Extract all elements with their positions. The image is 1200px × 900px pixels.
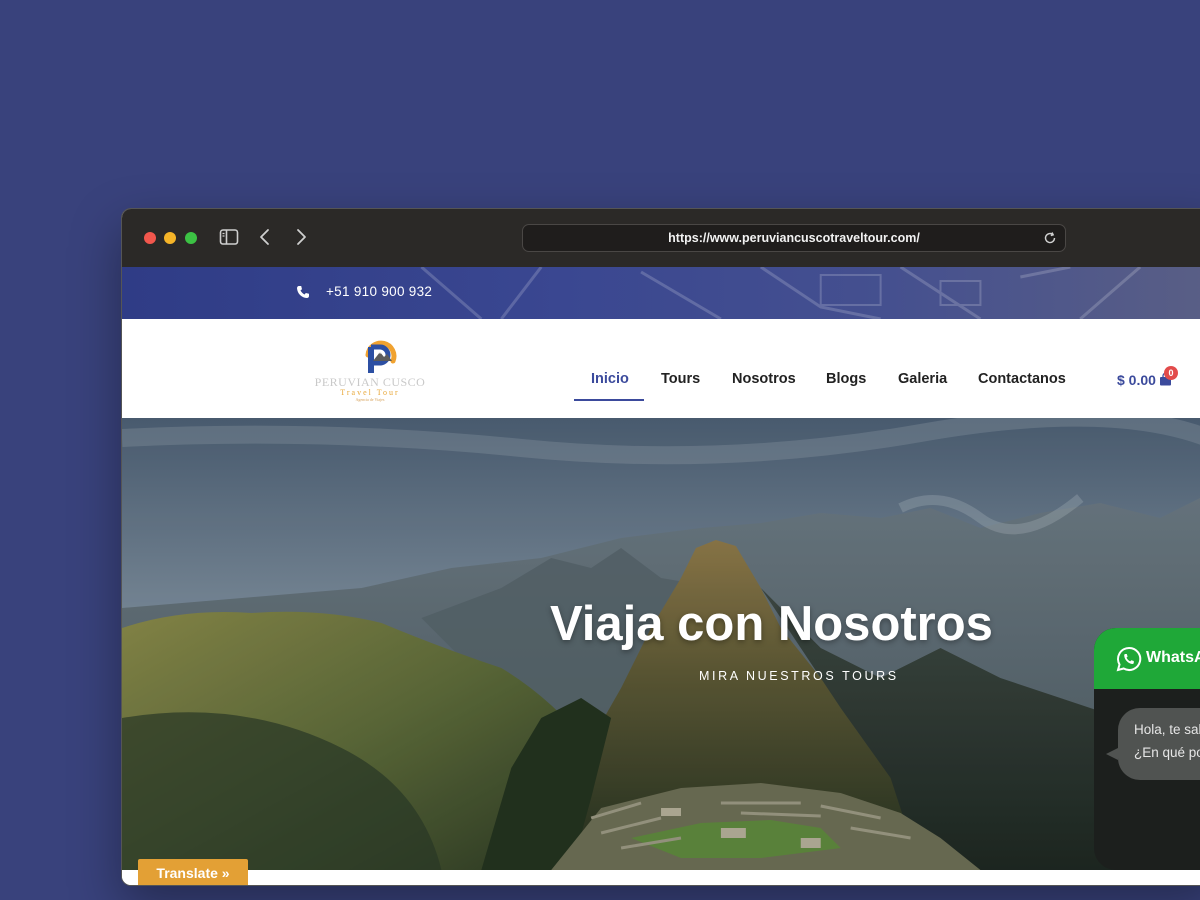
nav-item-nosotros[interactable]: Nosotros [732, 371, 796, 387]
active-nav-indicator [574, 399, 644, 401]
hero-title: Viaja con Nosotros [550, 597, 993, 651]
whatsapp-chat-widget[interactable]: WhatsApp Hola, te saludamos ¿En qué pode… [1094, 628, 1200, 870]
back-arrow-icon[interactable] [258, 227, 272, 247]
minimize-window-button[interactable] [164, 232, 176, 244]
top-contact-bar: +51 910 900 932 [122, 267, 1200, 319]
sidebar-toggle-icon[interactable] [219, 227, 239, 247]
main-navbar: PERUVIAN CUSCO Travel Tour Agencia de Vi… [122, 319, 1200, 418]
browser-window: https://www.peruviancuscotraveltour.com/… [121, 208, 1200, 886]
logo-subtagline: Agencia de Viajes [355, 397, 385, 402]
maximize-window-button[interactable] [185, 232, 197, 244]
ruins-background-texture [420, 267, 1142, 319]
whatsapp-title: WhatsApp [1146, 649, 1200, 666]
hero-subtitle-link[interactable]: MIRA NUESTROS TOURS [699, 669, 899, 683]
whatsapp-header[interactable]: WhatsApp [1094, 628, 1200, 689]
cart-total[interactable]: $ 0.00 [1117, 372, 1156, 388]
whatsapp-bubble-tail [1106, 748, 1118, 760]
cart-count-badge: 0 [1164, 366, 1178, 380]
whatsapp-icon [1116, 646, 1142, 672]
address-bar[interactable]: https://www.peruviancuscotraveltour.com/ [522, 224, 1066, 252]
whatsapp-message-bubble: Hola, te saludamos ¿En qué podemos ayuda… [1118, 708, 1200, 780]
page-bottom-strip [122, 870, 1200, 885]
nav-item-galeria[interactable]: Galeria [898, 371, 947, 387]
nav-item-inicio[interactable]: Inicio [591, 371, 629, 387]
logo-tagline: Travel Tour [340, 388, 400, 397]
address-bar-url: https://www.peruviancuscotraveltour.com/ [668, 231, 920, 245]
forward-arrow-icon[interactable] [294, 227, 308, 247]
hero-banner: Viaja con Nosotros MIRA NUESTROS TOURS [122, 418, 1200, 870]
phone-icon [297, 286, 309, 298]
nav-item-contactanos[interactable]: Contactanos [978, 371, 1066, 387]
whatsapp-message-line2: ¿En qué podemos ayudarte? [1134, 745, 1200, 760]
close-window-button[interactable] [144, 232, 156, 244]
phone-number[interactable]: +51 910 900 932 [326, 284, 432, 299]
reload-icon[interactable] [1043, 231, 1057, 245]
logo-mark-icon [365, 340, 397, 373]
translate-button[interactable]: Translate » [138, 859, 248, 885]
nav-item-tours[interactable]: Tours [661, 371, 700, 387]
nav-item-blogs[interactable]: Blogs [826, 371, 866, 387]
whatsapp-message-line1: Hola, te saludamos [1134, 722, 1200, 737]
browser-titlebar: https://www.peruviancuscotraveltour.com/ [122, 209, 1200, 267]
site-logo[interactable]: PERUVIAN CUSCO Travel Tour Agencia de Vi… [306, 335, 434, 402]
